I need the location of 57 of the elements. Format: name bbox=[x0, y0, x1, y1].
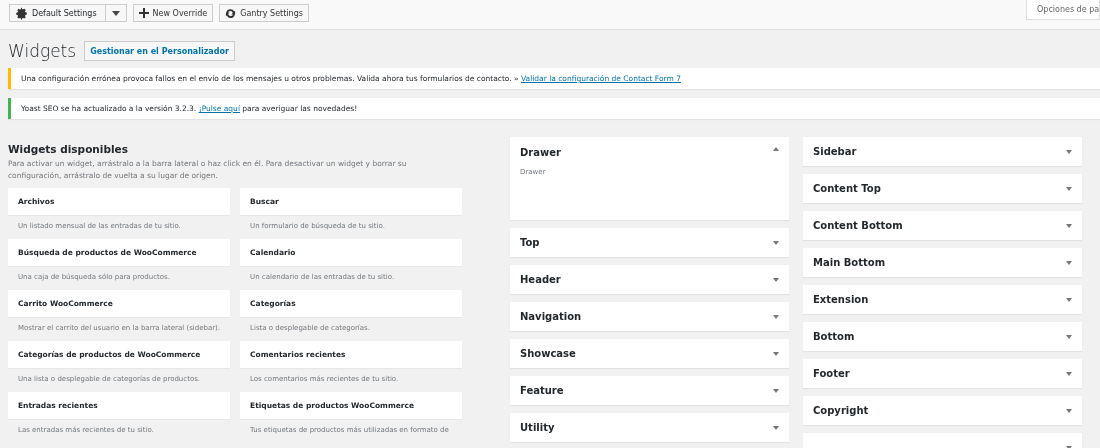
caret-icon bbox=[1066, 149, 1072, 154]
sidebar-panel[interactable]: Copyright bbox=[803, 396, 1082, 425]
sidebar-panel[interactable]: Footer bbox=[803, 359, 1082, 388]
new-override-button[interactable]: New Override bbox=[132, 4, 214, 22]
caret-icon bbox=[773, 240, 779, 245]
customizer-button[interactable]: Gestionar en el Personalizador bbox=[84, 41, 235, 61]
sidebar-panel[interactable]: Sidebar bbox=[803, 137, 1082, 166]
sidebar-panel[interactable]: Showcase bbox=[510, 339, 789, 368]
sidebar-title: Content Bottom bbox=[813, 220, 903, 231]
sidebar-panel[interactable]: Header bbox=[510, 265, 789, 294]
caret-icon bbox=[1066, 334, 1072, 339]
sidebar-panel[interactable]: Extension bbox=[803, 285, 1082, 314]
sidebar-title: Header bbox=[520, 274, 561, 285]
caret-icon bbox=[1066, 371, 1072, 376]
caret-icon bbox=[111, 10, 120, 16]
screen-options-tab[interactable]: Opciones de pa bbox=[1026, 0, 1100, 20]
sync-icon bbox=[225, 7, 237, 19]
sidebar-title: Bottom bbox=[813, 331, 855, 342]
sidebar-panel[interactable]: Feature bbox=[510, 376, 789, 405]
caret-icon bbox=[773, 425, 779, 430]
caret-icon bbox=[773, 277, 779, 282]
sidebar-title: Sidebar bbox=[813, 146, 857, 157]
sidebar-panel[interactable]: Bottom bbox=[803, 322, 1082, 351]
sidebar-title: Extension bbox=[813, 294, 869, 305]
sidebar-title: Top bbox=[520, 237, 540, 248]
sidebar-panel[interactable]: Content Bottom bbox=[803, 211, 1082, 240]
settings-select[interactable]: Default Settings bbox=[9, 4, 127, 22]
caret-icon bbox=[1066, 445, 1072, 448]
sidebar-title: Main Bottom bbox=[813, 257, 886, 268]
caret-icon bbox=[773, 351, 779, 356]
sidebar-panel[interactable]: Main Bottom bbox=[803, 248, 1082, 277]
caret-icon bbox=[1066, 186, 1072, 191]
sidebar-title: Drawer bbox=[520, 147, 561, 158]
section-title: Widgets disponibles bbox=[8, 143, 129, 155]
sidebar-title: Showcase bbox=[520, 348, 576, 359]
page-title: Widgets bbox=[8, 41, 77, 61]
sidebar-title: Copyright bbox=[813, 405, 869, 416]
plus-icon bbox=[138, 8, 149, 18]
sidebar-panel[interactable]: Utility bbox=[510, 413, 789, 442]
caret-icon bbox=[1066, 223, 1072, 228]
sidebar-panel[interactable]: Content Top bbox=[803, 174, 1082, 203]
caret-icon bbox=[773, 314, 779, 319]
caret-icon bbox=[1066, 408, 1072, 413]
sidebar-title: Footer bbox=[813, 368, 850, 379]
caret-icon bbox=[773, 147, 779, 151]
sidebar-panel[interactable]: Top bbox=[510, 228, 789, 257]
sidebar-title: Content Top bbox=[813, 183, 881, 194]
caret-icon bbox=[773, 388, 779, 393]
sidebar-title: Navigation bbox=[520, 311, 582, 322]
sidebar-title: Utility bbox=[520, 422, 555, 433]
sidebar-panel[interactable]: Navigation bbox=[510, 302, 789, 331]
select-value: Default Settings bbox=[32, 8, 98, 18]
sidebar-title: Feature bbox=[520, 385, 564, 396]
caret-icon bbox=[1066, 260, 1072, 265]
caret-icon bbox=[1066, 297, 1072, 302]
gear-icon bbox=[15, 6, 28, 20]
settings-button[interactable]: Gantry Settings bbox=[219, 4, 309, 22]
